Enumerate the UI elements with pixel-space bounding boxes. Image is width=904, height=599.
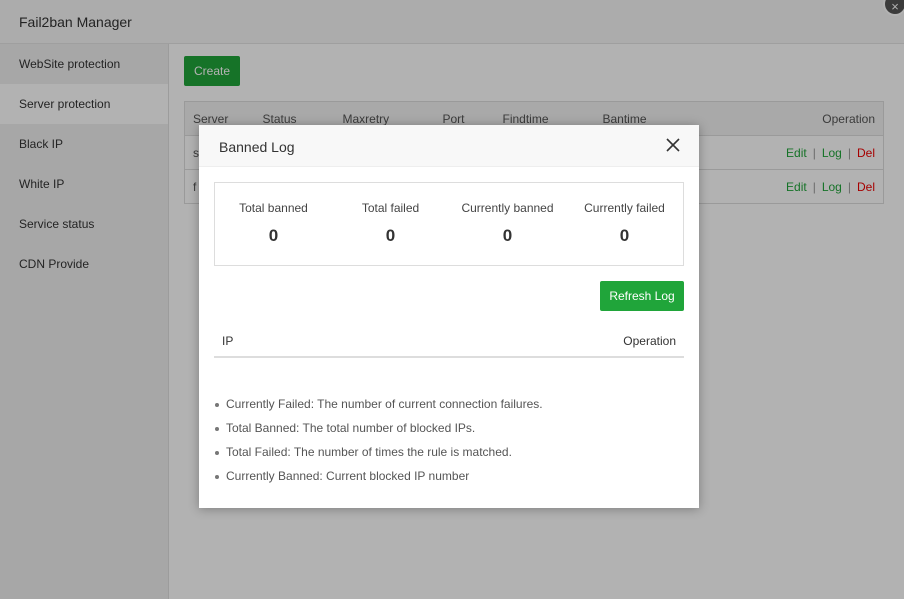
list-item: Currently Failed: The number of current … bbox=[214, 397, 684, 421]
list-item: Total Banned: The total number of blocke… bbox=[214, 421, 684, 445]
refresh-log-button[interactable]: Refresh Log bbox=[600, 281, 684, 311]
stat-label: Total failed bbox=[361, 201, 420, 215]
banned-ip-list-header: IP Operation bbox=[214, 326, 684, 358]
help-notes: Currently Failed: The number of current … bbox=[214, 397, 684, 493]
stat-currently-failed: Currently failed 0 bbox=[566, 183, 683, 265]
stat-total-failed: Total failed 0 bbox=[332, 183, 449, 265]
list-item: Currently Banned: Current blocked IP num… bbox=[214, 469, 684, 493]
stat-value: 0 bbox=[502, 226, 513, 245]
stat-label: Total banned bbox=[239, 201, 308, 215]
dialog-title: Banned Log bbox=[219, 139, 295, 155]
list-item: Total Failed: The number of times the ru… bbox=[214, 445, 684, 469]
dialog-header: Banned Log bbox=[199, 125, 699, 167]
close-icon[interactable] bbox=[665, 137, 681, 153]
col-operation: Operation bbox=[623, 334, 676, 348]
stat-label: Currently failed bbox=[584, 201, 665, 215]
stats-panel: Total banned 0 Total failed 0 Currently … bbox=[214, 182, 684, 266]
banned-log-dialog: Banned Log Total banned 0 Total failed 0… bbox=[199, 125, 699, 508]
stat-label: Currently banned bbox=[461, 201, 554, 215]
stat-value: 0 bbox=[619, 226, 630, 245]
col-ip: IP bbox=[222, 334, 234, 348]
stat-currently-banned: Currently banned 0 bbox=[449, 183, 566, 265]
stat-total-banned: Total banned 0 bbox=[215, 183, 332, 265]
stat-value: 0 bbox=[268, 226, 279, 245]
stat-value: 0 bbox=[385, 226, 396, 245]
